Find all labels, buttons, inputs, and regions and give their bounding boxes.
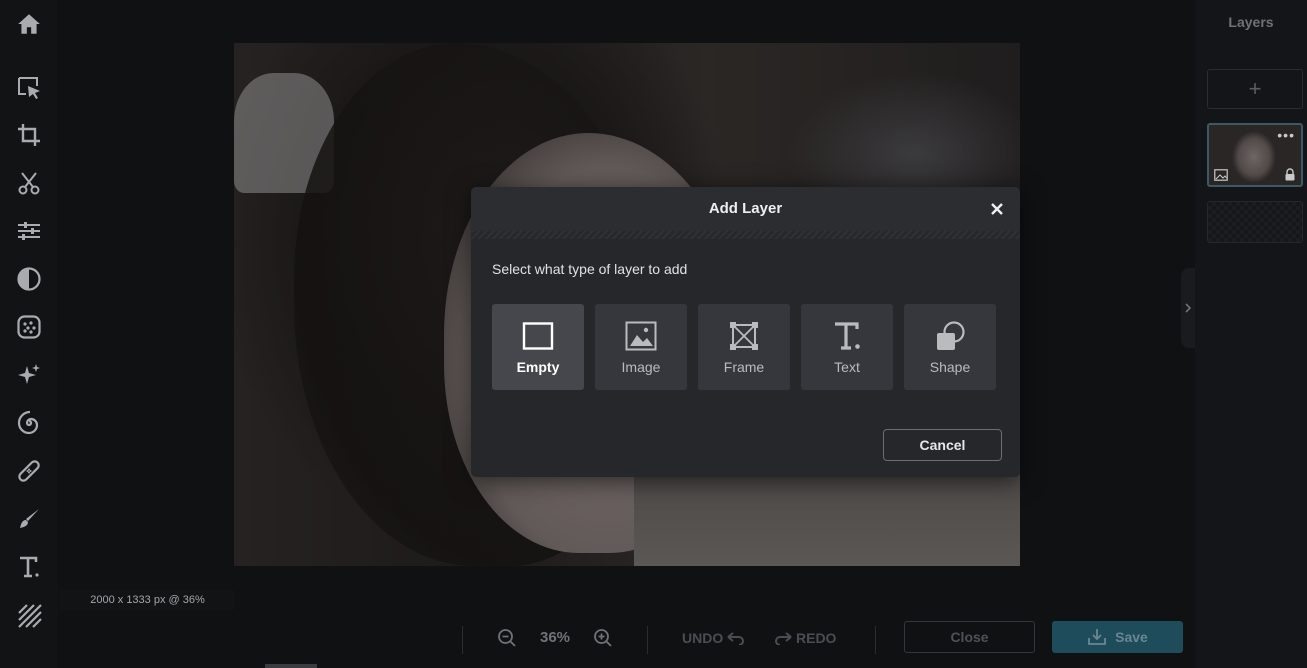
text-layer-icon bbox=[835, 322, 860, 350]
adjust-tool-button[interactable] bbox=[0, 211, 58, 251]
adjust-tool-icon bbox=[18, 222, 40, 240]
dialog-instruction: Select what type of layer to add bbox=[492, 261, 688, 277]
zoom-level: 36% bbox=[539, 629, 571, 646]
layer-type-empty[interactable]: Empty bbox=[492, 304, 584, 390]
dialog-title: Add Layer bbox=[708, 200, 783, 217]
zoom-out-button[interactable] bbox=[495, 626, 519, 650]
zoom-out-icon bbox=[498, 629, 516, 647]
text-tool-icon bbox=[20, 556, 39, 578]
layer-type-text[interactable]: Text bbox=[801, 304, 893, 390]
layer-type-label: Frame bbox=[723, 359, 765, 375]
close-icon bbox=[991, 203, 1003, 215]
scroll-indicator[interactable] bbox=[265, 664, 317, 668]
save-label: Save bbox=[1115, 629, 1148, 645]
retouch-tool-icon bbox=[18, 364, 40, 384]
liquify-tool-icon bbox=[17, 410, 39, 435]
select-tool-icon bbox=[18, 77, 40, 99]
divider bbox=[647, 626, 648, 654]
layer-more-button[interactable]: ••• bbox=[1277, 128, 1295, 142]
redo-icon bbox=[775, 632, 792, 645]
liquify-tool-button[interactable] bbox=[0, 403, 58, 443]
zoom-in-icon bbox=[594, 629, 612, 647]
dialog-close-button[interactable] bbox=[987, 199, 1007, 219]
layer-type-shape[interactable]: Shape bbox=[904, 304, 996, 390]
layer-type-frame[interactable]: Frame bbox=[698, 304, 790, 390]
crop-tool-button[interactable] bbox=[0, 115, 58, 155]
home-button[interactable] bbox=[0, 0, 58, 48]
divider bbox=[875, 626, 876, 654]
undo-icon bbox=[727, 632, 745, 645]
zoom-in-button[interactable] bbox=[591, 626, 615, 650]
download-icon bbox=[1088, 629, 1107, 645]
crop-tool-icon bbox=[18, 124, 40, 146]
undo-label: UNDO bbox=[682, 630, 724, 646]
heal-tool-icon bbox=[18, 460, 40, 482]
layer-type-label: Text bbox=[834, 359, 860, 375]
layer-type-label: Empty bbox=[516, 359, 560, 375]
draw-tool-icon bbox=[20, 509, 39, 528]
image-detail bbox=[634, 473, 1020, 566]
shape-layer-icon bbox=[937, 321, 965, 350]
layer-item-image[interactable]: ••• bbox=[1207, 123, 1303, 187]
image-icon bbox=[1214, 169, 1228, 181]
add-layer-dialog: Add Layer Select what type of layer to a… bbox=[471, 187, 1020, 477]
filter-tool-icon bbox=[17, 267, 41, 291]
redo-button[interactable]: REDO bbox=[774, 626, 836, 650]
cancel-button[interactable]: Cancel bbox=[883, 429, 1002, 461]
left-toolbar bbox=[0, 0, 58, 668]
empty-layer-icon bbox=[522, 322, 554, 350]
dialog-divider bbox=[471, 231, 1020, 239]
layer-type-label: Image bbox=[621, 359, 661, 375]
layer-item-empty[interactable] bbox=[1207, 201, 1303, 243]
effects-tool-button[interactable] bbox=[0, 307, 58, 347]
draw-tool-button[interactable] bbox=[0, 499, 58, 539]
undo-button[interactable]: UNDO bbox=[682, 626, 745, 650]
image-layer-icon bbox=[625, 321, 657, 351]
photo-editor-app: 2000 x 1333 px @ 36% 36% UNDO REDO Close… bbox=[0, 0, 1307, 668]
heal-tool-button[interactable] bbox=[0, 451, 58, 491]
canvas-dimensions-label: 2000 x 1333 px @ 36% bbox=[60, 590, 235, 610]
pattern-tool-icon bbox=[18, 604, 42, 628]
cutout-tool-button[interactable] bbox=[0, 163, 58, 203]
save-button[interactable]: Save bbox=[1052, 621, 1183, 653]
layers-panel-title: Layers bbox=[1228, 14, 1274, 30]
text-tool-button[interactable] bbox=[0, 547, 58, 587]
filter-tool-button[interactable] bbox=[0, 259, 58, 299]
lock-icon[interactable] bbox=[1284, 168, 1296, 181]
divider bbox=[462, 626, 463, 654]
frame-layer-icon bbox=[730, 322, 758, 350]
pattern-tool-button[interactable] bbox=[0, 595, 58, 635]
close-button[interactable]: Close bbox=[904, 621, 1035, 653]
chevron-right-icon bbox=[1185, 303, 1192, 313]
effects-tool-icon bbox=[17, 315, 41, 339]
retouch-tool-button[interactable] bbox=[0, 355, 58, 395]
layer-type-image[interactable]: Image bbox=[595, 304, 687, 390]
add-layer-button[interactable]: + bbox=[1207, 69, 1303, 109]
select-tool-button[interactable] bbox=[0, 68, 58, 108]
home-icon bbox=[18, 14, 40, 34]
layer-type-label: Shape bbox=[929, 359, 971, 375]
cutout-tool-icon bbox=[18, 172, 40, 195]
redo-label: REDO bbox=[796, 630, 837, 646]
panel-collapse-toggle[interactable] bbox=[1181, 268, 1195, 348]
